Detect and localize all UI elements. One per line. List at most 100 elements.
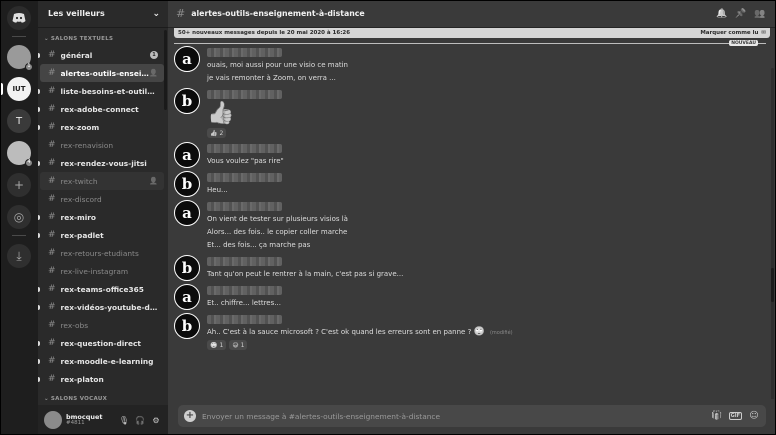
channel-rex-renavision[interactable]: # rex-renavision (40, 136, 164, 154)
author-name-blurred[interactable] (207, 48, 282, 57)
author-name-blurred[interactable] (207, 315, 282, 324)
channel-rex-padlet[interactable]: # rex-padlet (38, 226, 164, 244)
channel-rex-twitch[interactable]: # rex-twitch 👤 (40, 172, 164, 190)
add-server-button[interactable]: + (7, 173, 31, 197)
channel-rex-zoom[interactable]: # rex-zoom (38, 118, 164, 136)
server-icon-1[interactable]: 1 (7, 45, 33, 71)
author-name-blurred[interactable] (207, 173, 282, 182)
user-info[interactable]: bmocquet #4811 (66, 413, 114, 427)
channel-general[interactable]: # général 1 (38, 46, 164, 64)
avatar[interactable]: b (174, 88, 200, 114)
channel-rex-teams-office365[interactable]: # rex-teams-office365 (38, 280, 164, 298)
channel-rex-retours-etudiants[interactable]: # rex-retours-etudiants (40, 244, 164, 262)
channel-rex-adobe-connect[interactable]: # rex-adobe-connect (38, 100, 164, 118)
author-name-blurred[interactable] (207, 90, 282, 99)
message-input[interactable]: Envoyer un message à #alertes-outils-ens… (202, 412, 705, 421)
server-icon-t[interactable]: T (7, 109, 31, 133)
pin-icon[interactable]: 📌 (733, 9, 749, 19)
avatar[interactable]: b (174, 313, 200, 339)
new-tag: NOUVEAU (729, 40, 758, 46)
emoji-icon[interactable]: ☺ (748, 411, 760, 421)
channel-rex-discord[interactable]: # rex-discord (40, 190, 164, 208)
channel-name: rex-live-instagram (60, 266, 129, 276)
channel-liste-besoins[interactable]: # liste-besoins-et-outils-co... (38, 82, 164, 100)
server-header[interactable]: Les veilleurs ⌄ (38, 0, 168, 28)
message: a On vient de tester sur plusieurs visio… (168, 200, 768, 252)
message-text: ouais, moi aussi pour une visio ce matin (207, 61, 348, 69)
author-name-blurred[interactable] (207, 257, 282, 266)
category-text-channels[interactable]: ⌄ SALONS TEXTUELS (38, 36, 168, 46)
channel-rex-miro[interactable]: # rex-miro (38, 208, 164, 226)
message-scrollbar-track[interactable] (771, 68, 774, 399)
channel-name: rex-teams-office365 (60, 284, 144, 294)
avatar[interactable]: a (174, 200, 200, 226)
message: b Heu... (168, 171, 768, 197)
reaction-1[interactable]: 🙄 1 (207, 340, 227, 350)
avatar[interactable]: b (174, 255, 200, 281)
new-messages-bar[interactable]: 50+ nouveaux messages depuis le 20 mai 2… (174, 28, 770, 38)
sidebar-scrollbar[interactable] (164, 30, 167, 110)
unread-indicator (38, 125, 40, 130)
channel-name: rex-retours-etudiants (60, 248, 139, 258)
chevron-down-icon: ⌄ (44, 396, 49, 402)
avatar[interactable]: a (174, 284, 200, 310)
upload-plus-icon[interactable]: + (184, 410, 196, 422)
discord-window: 1 IUT T 4 + ◎ ⤓ Les veilleurs ⌄ ⌄ SALONS… (0, 0, 776, 435)
channel-rex-obs[interactable]: # rex-obs (40, 316, 164, 334)
channel-sidebar: Les veilleurs ⌄ ⌄ SALONS TEXTUELS # génér… (38, 0, 168, 435)
unread-indicator (38, 161, 40, 166)
message-body: ouais, moi aussi pour une visio ce matin… (207, 46, 768, 85)
channel-rex-live-instagram[interactable]: # rex-live-instagram (40, 262, 164, 280)
download-apps-button[interactable]: ⤓ (7, 244, 31, 268)
channel-name: rex-zoom (60, 122, 100, 132)
message-text: Ah.. C'est à la sauce microsoft ? C'est … (207, 326, 768, 339)
members-icon[interactable]: 👥 (752, 9, 768, 19)
reactions: 🙄 1 😅 1 (207, 340, 768, 350)
message-text: On vient de tester sur plusieurs visios … (207, 215, 348, 223)
channel-alertes-outils[interactable]: # alertes-outils-enseignement-à-distance👤 (40, 64, 164, 82)
home-button[interactable] (7, 6, 31, 30)
hash-icon: # (48, 140, 56, 150)
hash-icon: # (48, 266, 56, 276)
author-name-blurred[interactable] (207, 144, 282, 153)
invite-icon[interactable]: 👤 (149, 177, 158, 185)
reaction-2[interactable]: 😅 1 (229, 340, 248, 350)
hash-icon: # (48, 320, 56, 330)
channel-rex-rendez-vous-jitsi[interactable]: # rex-rendez-vous-jitsi (38, 154, 164, 172)
hash-icon: # (48, 338, 56, 348)
avatar[interactable]: a (174, 142, 200, 168)
channel-rex-moodle-e-learning[interactable]: # rex-moodle-e-learning (38, 352, 164, 370)
channel-rex-platon[interactable]: # rex-platon (38, 370, 164, 388)
unread-indicator (38, 305, 40, 310)
invite-icon[interactable]: 👤 (149, 69, 158, 77)
category-label: SALONS VOCAUX (50, 396, 108, 402)
avatar[interactable] (44, 411, 62, 429)
channel-rex-videos-youtube-droits[interactable]: # rex-vidéos-youtube-droits (38, 298, 164, 316)
author-name-blurred[interactable] (207, 202, 282, 211)
gif-button[interactable]: GIF (728, 412, 742, 420)
unread-indicator (38, 107, 40, 112)
sweat-smile-icon: 😅 (232, 341, 239, 349)
channel-name: rex-adobe-connect (60, 104, 139, 114)
category-voice-channels[interactable]: ⌄ SALONS VOCAUX (38, 396, 168, 405)
bell-icon[interactable]: 🔔 (714, 9, 730, 19)
avatar[interactable]: a (174, 46, 200, 72)
gift-icon[interactable]: 🎁 (711, 411, 723, 421)
gear-icon[interactable]: ⚙ (150, 416, 162, 425)
avatar[interactable]: b (174, 171, 200, 197)
microphone-icon[interactable]: 🎙 (118, 416, 130, 425)
headphones-icon[interactable]: 🎧 (134, 416, 146, 425)
explore-servers-button[interactable]: ◎ (7, 205, 31, 229)
mark-as-read-button[interactable]: Marquer comme lu ✉ (700, 30, 766, 36)
server-icon-2[interactable]: 4 (7, 141, 33, 167)
server-letter: T (15, 115, 23, 127)
message-scrollbar-thumb[interactable] (771, 268, 774, 302)
channel-rex-question-direct[interactable]: # rex-question-direct (38, 334, 164, 352)
hash-icon: # (48, 302, 56, 312)
message-text: Tant qu'on peut le rentrer à la main, c'… (207, 270, 404, 278)
author-name-blurred[interactable] (207, 286, 282, 295)
message-body: Et.. chiffre... lettres... (207, 284, 768, 310)
reaction-thumbs-up[interactable]: 👍 2 (207, 128, 227, 138)
server-icon-iut[interactable]: IUT (0, 77, 31, 101)
message-text: Et... des fois... ça marche pas (207, 241, 311, 249)
